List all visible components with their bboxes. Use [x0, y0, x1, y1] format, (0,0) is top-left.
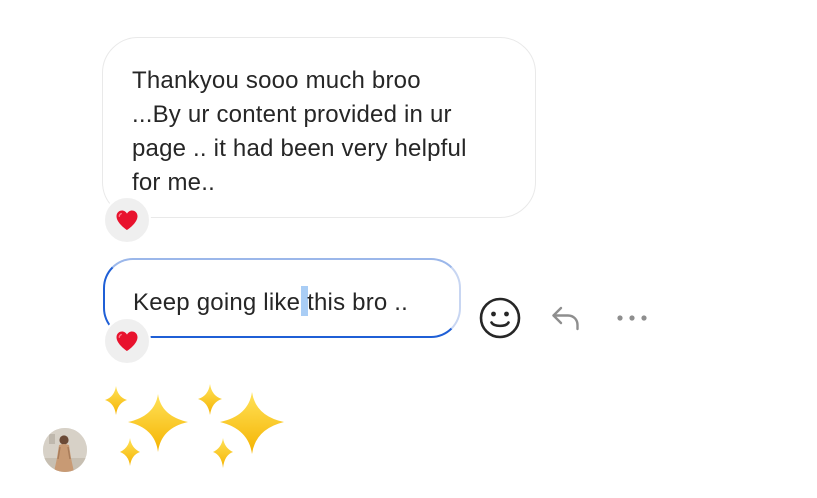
message-bubble-selected[interactable]: Keep going like this bro ..: [103, 258, 461, 338]
more-options-icon: [617, 315, 647, 321]
heart-icon: [116, 210, 138, 230]
message-line: ...By ur content provided in ur: [132, 101, 452, 128]
profile-photo: [43, 428, 87, 472]
message-text-start: Keep going like: [133, 289, 301, 316]
reply-icon: [552, 306, 579, 331]
emoji-react-icon: [479, 297, 521, 339]
more-options-button[interactable]: [612, 305, 652, 331]
message-line: for me..: [132, 169, 215, 196]
reply-button[interactable]: [546, 300, 586, 336]
message-line: page .. it had been very helpful: [132, 135, 467, 162]
reaction-badge[interactable]: [103, 196, 151, 244]
avatar[interactable]: [43, 428, 87, 472]
message-line: Thankyou sooo much broo: [132, 67, 421, 94]
sparkles-emoji: [105, 384, 284, 468]
message-text-end: this bro ..: [307, 289, 409, 316]
heart-icon: [116, 331, 138, 351]
chat-thread: Thankyou sooo much broo ...By ur content…: [0, 0, 817, 498]
message-bubble[interactable]: Thankyou sooo much broo ...By ur content…: [102, 37, 536, 218]
reaction-badge[interactable]: [103, 317, 151, 365]
react-button[interactable]: [476, 295, 524, 341]
